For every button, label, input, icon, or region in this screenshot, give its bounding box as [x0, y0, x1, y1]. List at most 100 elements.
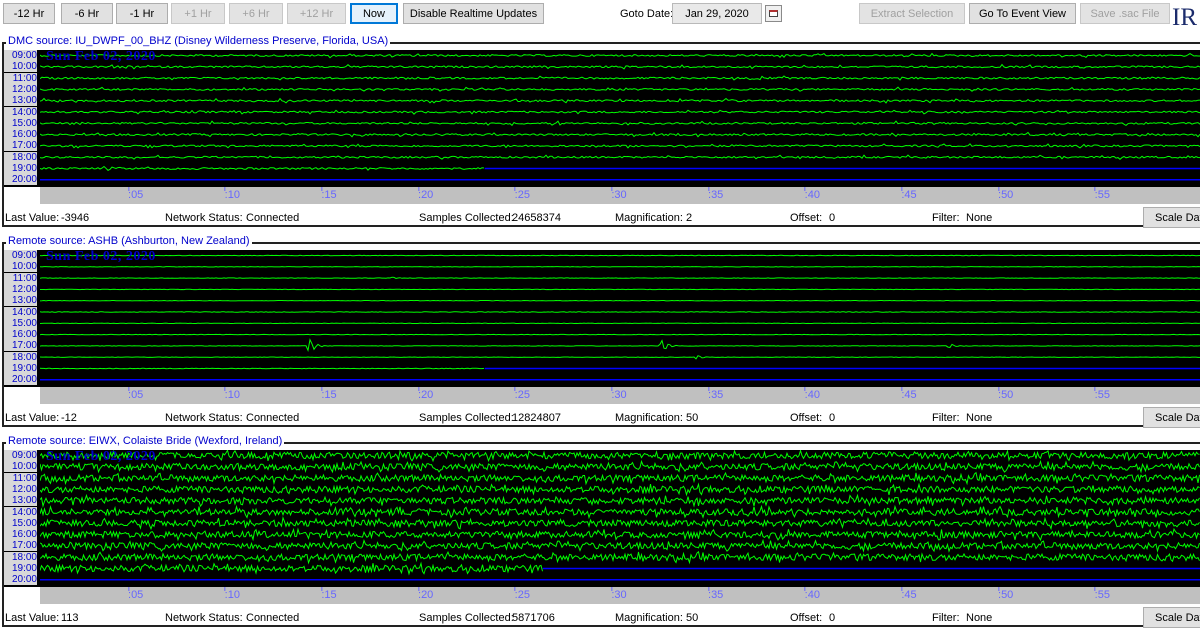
hour-label: 09:00 [4, 50, 40, 61]
filter-label: Filter: [932, 612, 960, 624]
hour-label: 19:00 [4, 363, 40, 374]
hour-label: 14:00 [4, 307, 40, 318]
hour-labels: 09:0010:0011:0012:0013:0014:0015:0016:00… [4, 50, 40, 187]
hour-label: 19:00 [4, 163, 40, 174]
hour-trace [40, 133, 1200, 137]
hour-trace [40, 76, 1200, 80]
hour-label: 15:00 [4, 318, 40, 329]
save-sac-file-button[interactable]: Save .sac File [1080, 3, 1170, 24]
scale-data-button[interactable]: Scale Data [1143, 207, 1200, 228]
minute-tick-label: :10 [225, 189, 240, 201]
offset-value: 0 [829, 412, 835, 424]
minute-axis: :05:10:15:20:25:30:35:40:45:50:55 [40, 187, 1200, 204]
hour-label: 11:00 [4, 473, 40, 484]
hour-label: 14:00 [4, 507, 40, 518]
minute-tick-label: :10 [225, 589, 240, 601]
iris-logo: IR [1172, 2, 1200, 34]
minute-tick-label: :30 [611, 589, 626, 601]
minute-tick-label: :05 [128, 189, 143, 201]
minute-tick-label: :55 [1095, 389, 1110, 401]
hour-labels: 09:0010:0011:0012:0013:0014:0015:0016:00… [4, 250, 40, 387]
hour-label: 18:00 [4, 152, 40, 163]
offset-label: Offset: [790, 212, 822, 224]
go-to-event-view-button[interactable]: Go To Event View [969, 3, 1076, 24]
trace-canvas [40, 50, 1200, 187]
filter-value: None [966, 412, 992, 424]
minute-tick-label: :35 [708, 589, 723, 601]
minute-tick-label: :45 [901, 589, 916, 601]
samples-collected-label: Samples Collected: [419, 612, 514, 624]
hour-label: 19:00 [4, 563, 40, 574]
minute-tick-label: :15 [321, 189, 336, 201]
helicorder-plot[interactable]: Sun Feb 02, 2020 [40, 50, 1200, 187]
hour-trace [40, 552, 1200, 563]
status-row: Last Value: 113 Network Status: Connecte… [0, 604, 1200, 629]
minute-axis: :05:10:15:20:25:30:35:40:45:50:55 [40, 587, 1200, 604]
hour-trace [40, 121, 1200, 125]
goto-date-field[interactable]: Jan 29, 2020 [672, 3, 762, 24]
calendar-button[interactable] [765, 5, 782, 22]
hour-label: 16:00 [4, 329, 40, 340]
last-value-label: Last Value: [5, 412, 59, 424]
minute-tick-label: :20 [418, 589, 433, 601]
network-status-value: Connected [246, 212, 299, 224]
scale-data-button[interactable]: Scale Data [1143, 407, 1200, 428]
hour-trace [40, 529, 1200, 540]
minute-tick-label: :30 [611, 389, 626, 401]
magnification-value: 2 [686, 212, 692, 224]
hour-trace [40, 277, 1200, 278]
hour-trace [40, 87, 1200, 91]
hour-trace [40, 462, 1200, 473]
hour-trace [40, 495, 1200, 506]
hour-label: 20:00 [4, 374, 40, 385]
minute-tick-label: :20 [418, 189, 433, 201]
network-status-label: Network Status: [165, 212, 243, 224]
plus-12hr-button[interactable]: +12 Hr [287, 3, 346, 24]
hour-trace [40, 518, 1200, 529]
plot-date-overlay: Sun Feb 02, 2020 [46, 50, 156, 65]
hour-label: 11:00 [4, 273, 40, 284]
hour-trace [40, 65, 1200, 69]
minute-tick-label: :35 [708, 189, 723, 201]
hour-label: 16:00 [4, 129, 40, 140]
hour-label: 17:00 [4, 140, 40, 151]
minus-6hr-button[interactable]: -6 Hr [61, 3, 113, 24]
samples-collected-value: 12824807 [512, 412, 561, 424]
extract-selection-button[interactable]: Extract Selection [859, 3, 965, 24]
samples-collected-label: Samples Collected: [419, 412, 514, 424]
plus-6hr-button[interactable]: +6 Hr [229, 3, 283, 24]
hour-label: 13:00 [4, 95, 40, 106]
minute-tick-label: :55 [1095, 189, 1110, 201]
minute-tick-label: :35 [708, 389, 723, 401]
network-status-label: Network Status: [165, 412, 243, 424]
minute-tick-label: :25 [515, 389, 530, 401]
seismogram-panel: DMC source: IU_DWPF_00_BHZ (Disney Wilde… [0, 36, 1200, 229]
trace-canvas [40, 450, 1200, 587]
hour-label: 10:00 [4, 261, 40, 272]
hour-trace [40, 541, 1200, 552]
magnification-value: 50 [686, 412, 698, 424]
magnification-value: 50 [686, 612, 698, 624]
minute-tick-label: :40 [805, 389, 820, 401]
minute-tick-label: :15 [321, 389, 336, 401]
samples-collected-label: Samples Collected: [419, 212, 514, 224]
seismogram-panel: Remote source: ASHB (Ashburton, New Zeal… [0, 236, 1200, 429]
plus-1hr-button[interactable]: +1 Hr [171, 3, 225, 24]
offset-label: Offset: [790, 612, 822, 624]
minute-tick-label: :10 [225, 389, 240, 401]
minute-tick-label: :25 [515, 189, 530, 201]
hour-label: 15:00 [4, 118, 40, 129]
minute-axis: :05:10:15:20:25:30:35:40:45:50:55 [40, 387, 1200, 404]
helicorder-plot[interactable]: Sun Feb 02, 2020 [40, 250, 1200, 387]
disable-realtime-updates-button[interactable]: Disable Realtime Updates [403, 3, 544, 24]
hour-trace [40, 144, 1200, 148]
minute-tick-label: :05 [128, 389, 143, 401]
panel-source-title: DMC source: IU_DWPF_00_BHZ (Disney Wilde… [6, 35, 390, 48]
scale-data-button[interactable]: Scale Data [1143, 607, 1200, 628]
now-button[interactable]: Now [350, 3, 398, 24]
minus-1hr-button[interactable]: -1 Hr [116, 3, 168, 24]
helicorder-plot[interactable]: Sun Feb 02, 2020 [40, 450, 1200, 587]
minute-tick-label: :45 [901, 189, 916, 201]
hour-trace [40, 563, 543, 574]
minus-12hr-button[interactable]: -12 Hr [3, 3, 55, 24]
